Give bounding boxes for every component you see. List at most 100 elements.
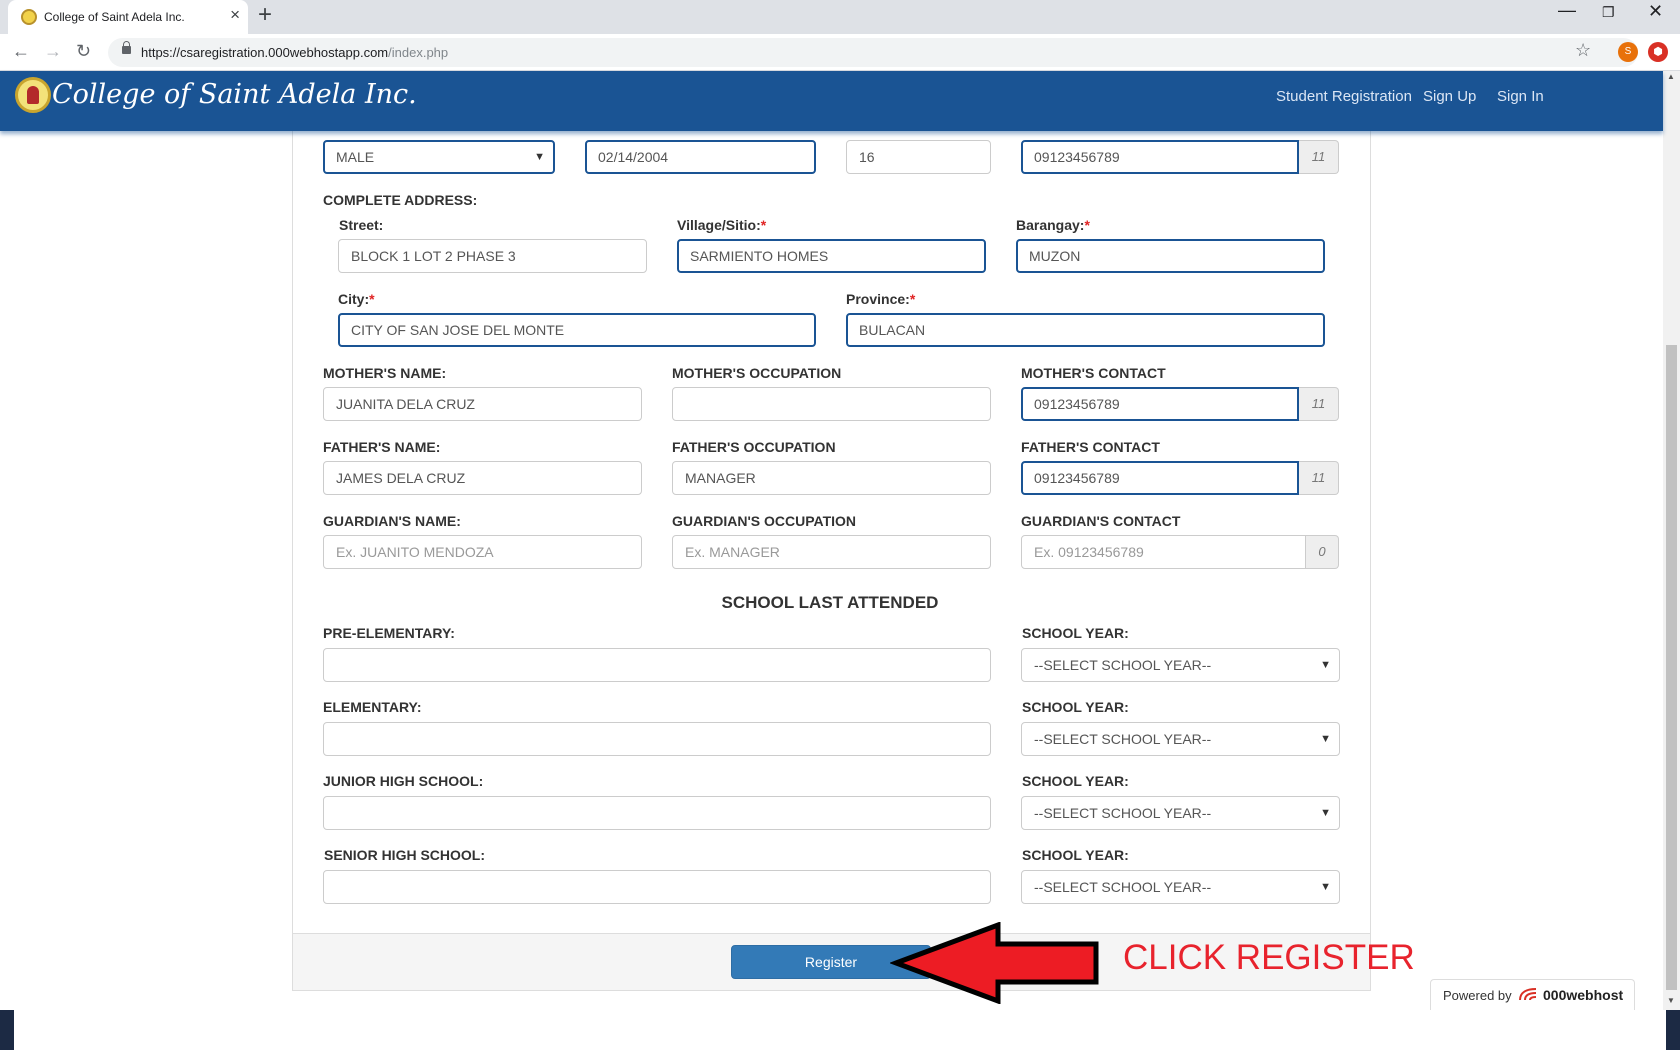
close-tab-icon[interactable]: × bbox=[230, 6, 240, 23]
complete-address-label: COMPLETE ADDRESS: bbox=[323, 192, 478, 208]
mother-contact-count: 11 bbox=[1299, 387, 1339, 421]
powered-by-text: Powered by bbox=[1443, 988, 1512, 1003]
minimize-window-icon[interactable]: — bbox=[1558, 0, 1576, 21]
city-label-text: City: bbox=[338, 291, 370, 307]
contact-char-count: 11 bbox=[1299, 140, 1339, 174]
province-label-text: Province: bbox=[846, 291, 910, 307]
scroll-down-icon[interactable]: ▼ bbox=[1667, 996, 1675, 1005]
father-contact-count: 11 bbox=[1299, 461, 1339, 495]
barangay-label-text: Barangay: bbox=[1016, 217, 1085, 233]
guardian-contact-count: 0 bbox=[1306, 535, 1339, 569]
school-year-value: --SELECT SCHOOL YEAR-- bbox=[1034, 731, 1212, 747]
taskbar-right-edge bbox=[1666, 1010, 1680, 1050]
barangay-input[interactable]: MUZON bbox=[1016, 239, 1325, 273]
guardian-name-input[interactable]: Ex. JUANITO MENDOZA bbox=[323, 535, 642, 569]
webhost-brand: 000webhost bbox=[1543, 987, 1624, 1003]
dropdown-arrow-icon: ▼ bbox=[1320, 733, 1331, 745]
father-contact-label: FATHER'S CONTACT bbox=[1021, 439, 1160, 455]
college-logo-icon bbox=[15, 77, 51, 113]
restore-window-icon[interactable]: ❐ bbox=[1602, 4, 1615, 21]
guardian-contact-label: GUARDIAN'S CONTACT bbox=[1021, 513, 1181, 529]
city-label: City:* bbox=[338, 291, 375, 307]
pre-elementary-label: PRE-ELEMENTARY: bbox=[323, 625, 455, 641]
junior-high-input[interactable] bbox=[323, 796, 991, 830]
father-name-input[interactable]: JAMES DELA CRUZ bbox=[323, 461, 642, 495]
gender-value: MALE bbox=[336, 149, 375, 165]
father-occupation-input[interactable]: MANAGER bbox=[672, 461, 991, 495]
required-mark: * bbox=[909, 291, 916, 307]
father-name-label: FATHER'S NAME: bbox=[323, 439, 441, 455]
province-input[interactable]: BULACAN bbox=[846, 313, 1325, 347]
dropdown-arrow-icon: ▼ bbox=[1320, 881, 1331, 893]
mother-contact-label: MOTHER'S CONTACT bbox=[1021, 365, 1166, 381]
url-host: https://csaregistration.000webhostapp.co… bbox=[141, 45, 389, 60]
required-mark: * bbox=[369, 291, 375, 307]
city-input[interactable]: CITY OF SAN JOSE DEL MONTE bbox=[338, 313, 816, 347]
nav-sign-up[interactable]: Sign Up bbox=[1423, 88, 1476, 105]
bookmark-star-icon[interactable]: ☆ bbox=[1575, 40, 1591, 61]
senior-high-input[interactable] bbox=[323, 870, 991, 904]
school-section-title: SCHOOL LAST ATTENDED bbox=[721, 593, 939, 612]
junior-high-year-select[interactable]: --SELECT SCHOOL YEAR-- ▼ bbox=[1021, 796, 1340, 830]
reload-icon[interactable]: ↻ bbox=[76, 42, 91, 60]
village-input[interactable]: SARMIENTO HOMES bbox=[677, 239, 986, 273]
school-year-value: --SELECT SCHOOL YEAR-- bbox=[1034, 879, 1212, 895]
college-favicon-icon bbox=[21, 9, 37, 25]
guardian-name-label: GUARDIAN'S NAME: bbox=[323, 513, 461, 529]
pre-elementary-year-select[interactable]: --SELECT SCHOOL YEAR-- ▼ bbox=[1021, 648, 1340, 682]
senior-high-label: SENIOR HIGH SCHOOL: bbox=[324, 847, 486, 863]
elementary-input[interactable] bbox=[323, 722, 991, 756]
red-arrow-annotation-icon bbox=[890, 922, 1099, 1004]
site-brand[interactable]: College of Saint Adela Inc. bbox=[52, 79, 417, 110]
url-text: https://csaregistration.000webhostapp.co… bbox=[141, 45, 448, 60]
mother-occupation-input[interactable] bbox=[672, 387, 991, 421]
dropdown-arrow-icon: ▼ bbox=[534, 151, 545, 163]
guardian-occupation-input[interactable]: Ex. MANAGER bbox=[672, 535, 991, 569]
mother-contact-input[interactable]: 09123456789 bbox=[1021, 387, 1299, 421]
dropdown-arrow-icon: ▼ bbox=[1320, 659, 1331, 671]
street-input[interactable]: BLOCK 1 LOT 2 PHASE 3 bbox=[338, 239, 647, 273]
webhost-logo-icon bbox=[1519, 988, 1537, 1001]
elementary-label: ELEMENTARY: bbox=[323, 699, 422, 715]
bottom-strip bbox=[0, 1010, 1680, 1050]
barangay-label: Barangay:* bbox=[1016, 217, 1090, 233]
nav-sign-in[interactable]: Sign In bbox=[1497, 88, 1544, 105]
new-tab-icon[interactable]: + bbox=[258, 3, 272, 27]
mother-name-input[interactable]: JUANITA DELA CRUZ bbox=[323, 387, 642, 421]
profile-extension-icon[interactable]: S bbox=[1618, 42, 1638, 62]
elementary-year-select[interactable]: --SELECT SCHOOL YEAR-- ▼ bbox=[1021, 722, 1340, 756]
close-window-icon[interactable]: ✕ bbox=[1648, 1, 1663, 22]
gender-select[interactable]: MALE ▼ bbox=[323, 140, 555, 174]
scrollbar-thumb[interactable] bbox=[1666, 345, 1677, 990]
scroll-up-icon[interactable]: ▲ bbox=[1667, 72, 1675, 81]
school-year-label: SCHOOL YEAR: bbox=[1022, 625, 1129, 641]
senior-high-year-select[interactable]: --SELECT SCHOOL YEAR-- ▼ bbox=[1021, 870, 1340, 904]
birthdate-input[interactable]: 02/14/2004 bbox=[585, 140, 816, 174]
required-mark: * bbox=[1084, 217, 1090, 233]
forward-arrow-icon[interactable]: → bbox=[44, 42, 62, 60]
province-label: Province:* bbox=[846, 291, 915, 307]
browser-tab[interactable]: College of Saint Adela Inc. × bbox=[8, 0, 248, 34]
adblock-extension-icon[interactable]: ⬢ bbox=[1648, 42, 1668, 62]
tab-title: College of Saint Adela Inc. bbox=[44, 10, 185, 24]
pre-elementary-input[interactable] bbox=[323, 648, 991, 682]
guardian-occupation-label: GUARDIAN'S OCCUPATION bbox=[672, 513, 857, 529]
nav-student-registration[interactable]: Student Registration bbox=[1276, 88, 1412, 105]
taskbar-left-edge bbox=[0, 1010, 14, 1050]
site-navbar: College of Saint Adela Inc. Student Regi… bbox=[0, 71, 1663, 131]
address-bar[interactable]: https://csaregistration.000webhostapp.co… bbox=[108, 38, 1638, 67]
back-arrow-icon[interactable]: ← bbox=[12, 42, 30, 60]
contact-input[interactable]: 09123456789 bbox=[1021, 140, 1299, 174]
village-label: Village/Sitio:* bbox=[677, 217, 766, 233]
father-contact-input[interactable]: 09123456789 bbox=[1021, 461, 1299, 495]
age-input[interactable]: 16 bbox=[846, 140, 991, 174]
powered-by-badge[interactable]: Powered by 000webhost bbox=[1430, 979, 1635, 1010]
lock-icon bbox=[122, 41, 131, 54]
guardian-contact-input[interactable]: Ex. 09123456789 bbox=[1021, 535, 1306, 569]
browser-tab-strip: College of Saint Adela Inc. × + — ❐ ✕ bbox=[0, 0, 1680, 34]
required-mark: * bbox=[760, 217, 767, 233]
school-year-value: --SELECT SCHOOL YEAR-- bbox=[1034, 657, 1212, 673]
school-year-label: SCHOOL YEAR: bbox=[1022, 847, 1129, 863]
mother-occupation-label: MOTHER'S OCCUPATION bbox=[672, 365, 842, 381]
village-label-text: Village/Sitio: bbox=[677, 217, 761, 233]
